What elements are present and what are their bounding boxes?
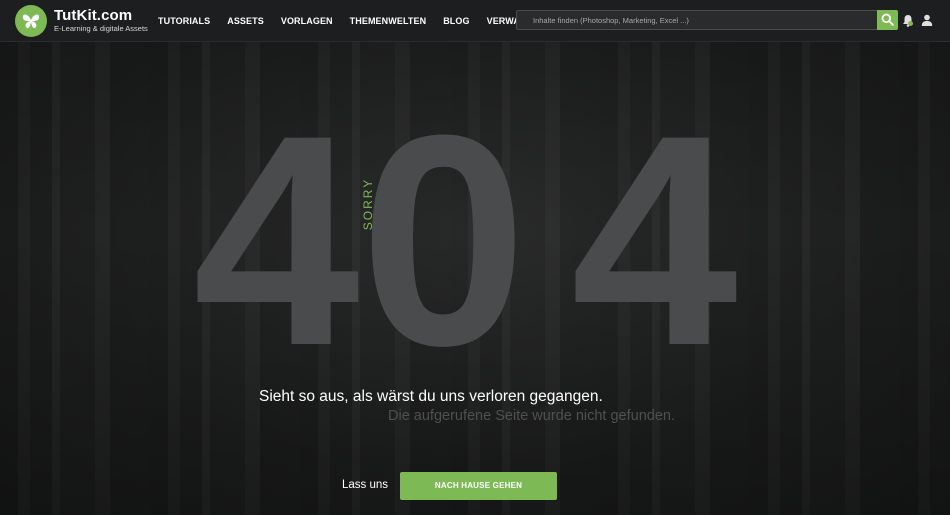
- error-digit-2: 0: [360, 72, 527, 408]
- nav-item-vorlagen[interactable]: VORLAGEN: [281, 16, 333, 26]
- search-button[interactable]: [877, 10, 898, 30]
- nav-item-assets[interactable]: ASSETS: [227, 16, 264, 26]
- error-headline: Sieht so aus, als wärst du uns verloren …: [259, 388, 603, 405]
- notification-dot: [908, 21, 913, 26]
- error-page: TutKit.com E-Learning & digitale Assets …: [0, 0, 950, 515]
- home-button[interactable]: NACH HAUSE GEHEN: [400, 472, 557, 500]
- site-header: TutKit.com E-Learning & digitale Assets …: [0, 0, 950, 42]
- error-digit-3: 4: [571, 72, 738, 408]
- nav-item-tutorials[interactable]: TUTORIALS: [158, 16, 210, 26]
- main-nav: TUTORIALS ASSETS VORLAGEN THEMENWELTEN B…: [158, 0, 551, 42]
- search-icon: [881, 13, 894, 26]
- nav-item-blog[interactable]: BLOG: [443, 16, 469, 26]
- error-digit-1: 4: [193, 72, 360, 408]
- lets-label: Lass uns: [342, 479, 389, 491]
- brand-tagline: E-Learning & digitale Assets: [54, 24, 148, 33]
- error-subline: Die aufgerufene Seite wurde nicht gefund…: [388, 408, 675, 424]
- nav-item-themenwelten[interactable]: THEMENWELTEN: [350, 16, 427, 26]
- user-icon[interactable]: [921, 14, 933, 26]
- butterfly-icon[interactable]: [15, 5, 47, 37]
- sorry-label: SORRY: [361, 177, 375, 231]
- search-input[interactable]: [516, 10, 878, 30]
- brand-name[interactable]: TutKit.com: [54, 7, 132, 24]
